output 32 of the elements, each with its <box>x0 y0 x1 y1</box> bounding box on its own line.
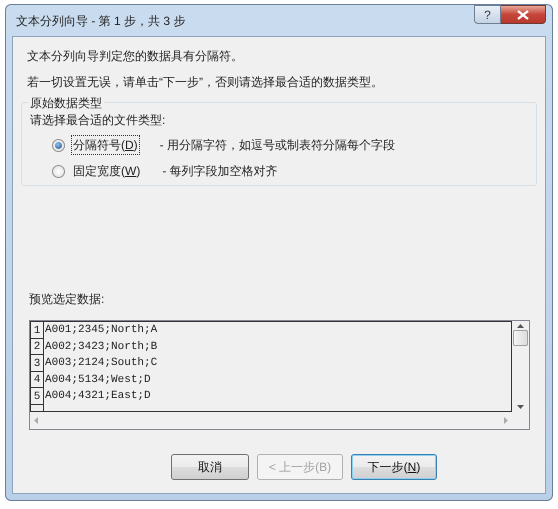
group-prompt: 请选择最合适的文件类型: <box>30 112 166 129</box>
close-button[interactable] <box>501 5 546 24</box>
close-icon <box>517 10 529 20</box>
option-description: - 用分隔字符，如逗号或制表符分隔每个字段 <box>160 137 396 154</box>
radio-button[interactable] <box>52 138 65 152</box>
instruction-text: 若一切设置无误，请单击“下一步”，否则请选择最合适的数据类型。 <box>27 74 384 91</box>
scroll-thumb[interactable] <box>513 330 528 346</box>
preview-line: A001;2345;North;A <box>44 323 158 338</box>
preview-line: A004;4321;East;D <box>44 389 151 404</box>
scroll-left-icon[interactable] <box>34 417 38 424</box>
row-number: 5 <box>31 388 44 404</box>
scroll-up-icon[interactable] <box>517 324 524 328</box>
help-button[interactable]: ? <box>474 5 501 24</box>
preview-label: 预览选定数据: <box>29 291 106 308</box>
row-number: 1 <box>31 322 44 338</box>
row-number: 4 <box>31 372 44 388</box>
scroll-right-icon[interactable] <box>504 417 508 424</box>
group-legend: 原始数据类型 <box>28 94 104 112</box>
preview-line: A003;2124;South;C <box>44 356 158 371</box>
dialog-button[interactable]: 取消 <box>171 454 249 480</box>
radio-button[interactable] <box>52 164 65 178</box>
instruction-text: 文本分列向导判定您的数据具有分隔符。 <box>27 48 244 65</box>
row-number: 2 <box>31 338 44 355</box>
preview-line: A002;3423;North;B <box>44 340 158 354</box>
row-number: 3 <box>31 355 44 372</box>
radio-label[interactable]: 分隔符号(D) <box>71 135 140 155</box>
window-title: 文本分列向导 - 第 1 步，共 3 步 <box>15 12 186 30</box>
option-description: - 每列字段加空格对齐 <box>162 163 278 180</box>
preview-line: A004;5134;West;D <box>44 372 151 388</box>
dialog-button[interactable]: 下一步(N) <box>351 454 437 480</box>
radio-label[interactable]: 固定宽度(W) <box>71 161 142 181</box>
scroll-down-icon[interactable] <box>517 405 524 409</box>
